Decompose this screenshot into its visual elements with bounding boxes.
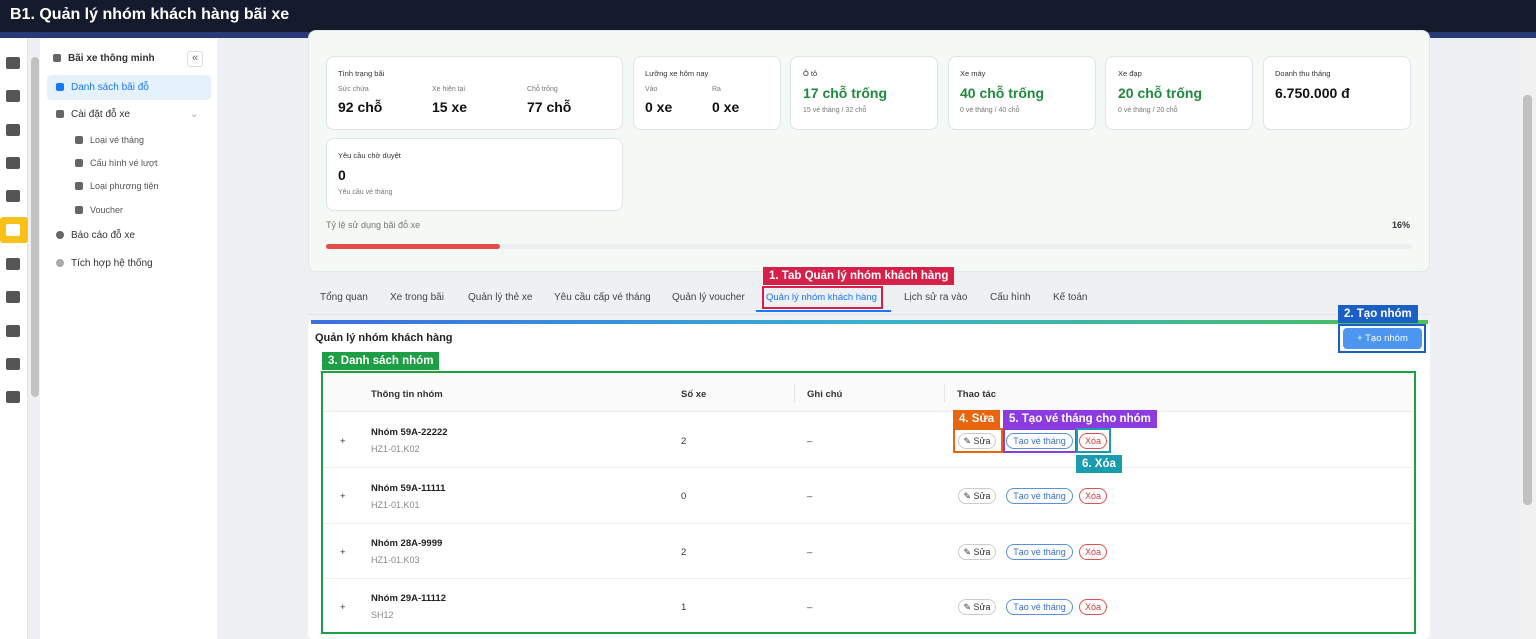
usage-percent: 16% [1392,220,1411,230]
section-title: Quản lý nhóm khách hàng [315,332,453,344]
sidebar [40,38,217,639]
sidebar-header[interactable]: Bãi xe thông minh [53,53,155,64]
integration-icon [56,259,64,267]
parking-icon[interactable] [6,90,20,102]
sidebar-item-parking-list[interactable]: Danh sách bãi đỗ [56,82,149,93]
status-card [326,56,623,130]
current-value: 15 xe [432,99,468,115]
content-background [217,38,308,639]
active-tab-indicator [756,310,891,312]
settings-icon [56,110,64,118]
chart-icon[interactable] [6,391,20,403]
capacity-value: 92 chỗ [338,99,383,115]
free-value: 77 chỗ [527,99,572,115]
ticket-icon [75,136,83,144]
car-icon [53,54,61,62]
annotation-label-ticket: 5. Tạo vé tháng cho nhóm [1003,410,1157,428]
revenue-title: Doanh thu tháng [1275,69,1331,78]
annotation-label-edit: 4. Sửa [953,410,1001,428]
flow-title: Lưỡng xe hôm nay [645,69,709,78]
annotation-box-create [1338,324,1426,353]
moto-sub: 0 vé tháng / 40 chỗ [960,107,1020,114]
document-icon[interactable] [6,157,20,169]
annotation-box-edit [953,428,1003,453]
tab-history[interactable]: Lịch sử ra vào [904,292,967,303]
building-icon[interactable] [6,57,20,69]
sidebar-item-settings[interactable]: Cài đặt đỗ xe ⌄ [56,109,198,120]
moto-value: 40 chỗ trống [960,85,1045,101]
bike-sub: 0 vé tháng / 20 chỗ [1118,107,1178,114]
car-sub: 15 vé tháng / 32 chỗ [803,107,867,114]
free-label: Chỗ trống [527,86,558,93]
annotation-box-tab [762,286,883,309]
sidebar-item-voucher[interactable]: Voucher [75,205,123,215]
out-value: 0 xe [712,99,740,115]
annotation-label-list: 3. Danh sách nhóm [322,352,440,370]
car-value: 17 chỗ trống [803,85,888,101]
sidebar-item-monthly-ticket[interactable]: Loại vé tháng [75,135,144,145]
store-icon[interactable] [6,325,20,337]
annotation-box-list [321,371,1416,634]
page-scrollbar-thumb[interactable] [1523,95,1532,505]
in-label: Vào [645,86,658,93]
usage-label: Tỷ lệ sử dụng bãi đỗ xe [326,220,421,230]
pending-card [326,138,623,211]
section-gradient-bar [311,320,1428,324]
config-icon [75,159,83,167]
briefcase-icon[interactable] [6,190,20,202]
chevron-down-icon: ⌄ [189,109,199,120]
status-title: Tình trạng bãi [338,69,385,78]
voucher-icon [75,206,83,214]
person-icon[interactable] [6,358,20,370]
bike-value: 20 chỗ trống [1118,85,1203,101]
tab-accounting[interactable]: Kế toán [1053,292,1087,303]
in-value: 0 xe [645,99,673,115]
tab-vehicles-in-lot[interactable]: Xe trong bãi [390,292,444,303]
sidebar-item-ticket-config[interactable]: Cấu hình vé lượt [75,158,157,168]
sidebar-item-report[interactable]: Báo cáo đỗ xe [56,230,135,241]
sidebar-item-vehicle-type[interactable]: Loại phương tiện [75,181,158,191]
usage-bar-fill [326,244,500,249]
flow-card [633,56,781,130]
annotation-label-delete: 6. Xóa [1076,455,1122,473]
rail-scrollbar[interactable] [31,57,39,397]
tab-config[interactable]: Cấu hình [990,292,1031,303]
building-group-icon[interactable] [6,291,20,303]
vehicle-icon [75,182,83,190]
annotation-label-tab: 1. Tab Quản lý nhóm khách hàng [763,267,955,285]
sidebar-item-integration[interactable]: Tích hợp hệ thống [56,258,153,269]
tab-cards[interactable]: Quản lý thẻ xe [468,292,532,303]
out-label: Ra [712,86,721,93]
car-icon [6,224,20,236]
annotation-label-create: 2. Tạo nhóm [1338,305,1418,323]
pending-value: 0 [338,167,346,183]
moto-title: Xe máy [960,69,986,78]
pending-sub: Yêu cầu vé tháng [338,189,393,196]
tab-overview[interactable]: Tổng quan [320,292,368,303]
report-icon [56,231,64,239]
annotation-box-ticket [1003,428,1077,453]
car-title: Ô tô [803,69,818,78]
users-icon[interactable] [6,258,20,270]
collapse-sidebar-button[interactable]: « [187,51,203,67]
tab-voucher[interactable]: Quản lý voucher [672,292,745,303]
bike-title: Xe đạp [1118,69,1142,78]
list-icon [56,83,64,91]
capacity-label: Sức chứa [338,86,369,93]
current-label: Xe hiện tại [432,86,466,93]
pending-title: Yêu cầu chờ duyệt [338,151,401,160]
annotation-box-delete [1076,428,1111,453]
chat-icon[interactable] [6,124,20,136]
tab-ticket-requests[interactable]: Yêu cầu cấp vé tháng [554,292,651,303]
revenue-value: 6.750.000 đ [1275,85,1350,101]
